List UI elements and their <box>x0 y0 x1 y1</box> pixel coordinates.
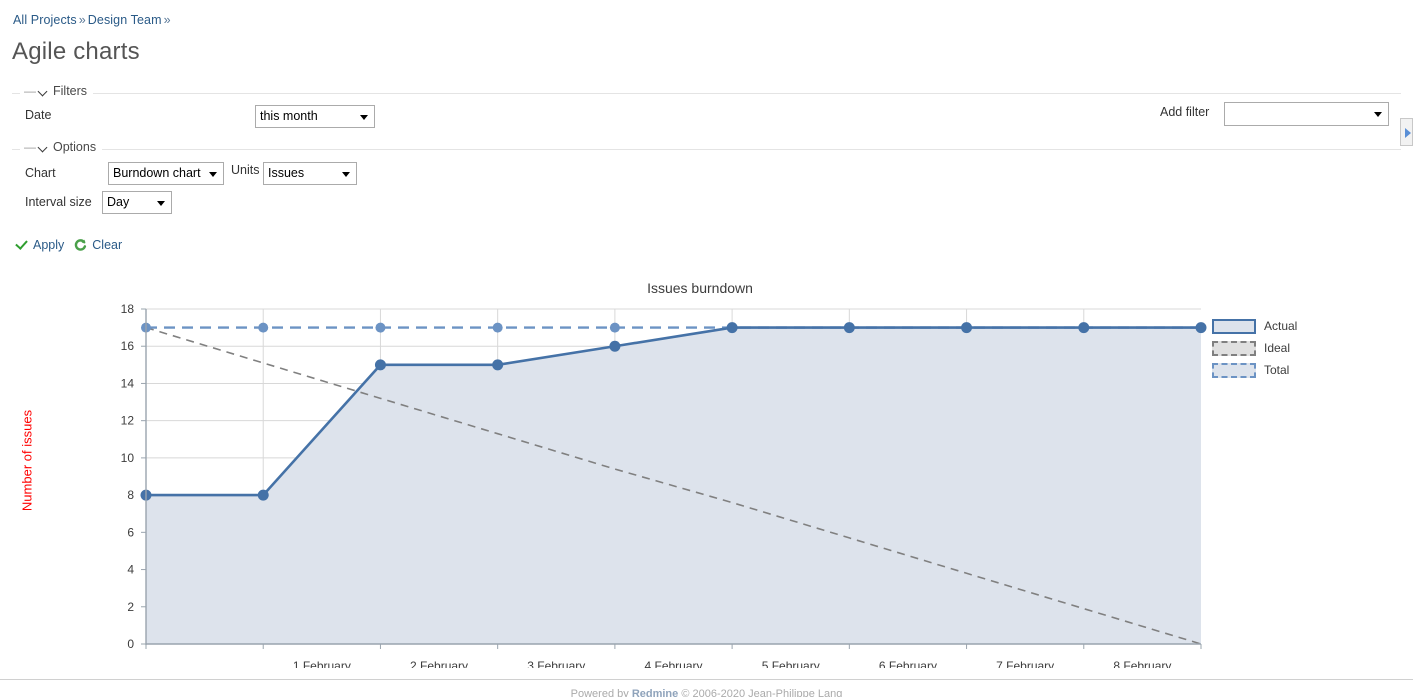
legend-item-ideal[interactable]: Ideal <box>1212 337 1297 359</box>
footer-prefix: Powered by <box>570 688 632 697</box>
chart-y-ticks: 0 2 4 6 8 10 12 14 16 18 <box>121 302 146 651</box>
page-title: Agile charts <box>12 38 140 65</box>
chevron-down-icon <box>360 114 368 120</box>
date-filter-select[interactable]: this month <box>255 105 375 128</box>
form-actions: Apply Clear <box>14 238 122 252</box>
chevron-down-icon <box>1374 112 1382 117</box>
svg-text:5 February: 5 February <box>762 659 820 668</box>
date-filter-value: this month <box>260 109 318 123</box>
svg-text:2 February: 2 February <box>410 659 468 668</box>
clear-label: Clear <box>92 238 123 252</box>
options-legend-label: Options <box>53 140 97 154</box>
svg-text:8: 8 <box>127 488 134 502</box>
svg-text:1 February: 1 February <box>293 659 351 668</box>
burndown-chart: Issues burndown Number of issues 0 2 4 6 8 10… <box>0 268 1413 668</box>
chevron-down-icon <box>157 200 165 206</box>
options-rows: Chart Burndown chart Units Issues Interv… <box>12 160 1401 220</box>
svg-text:6: 6 <box>127 525 134 539</box>
reload-icon <box>73 238 87 252</box>
chevron-down-icon <box>209 171 217 177</box>
chart-type-value: Burndown chart <box>113 166 201 180</box>
interval-size-value: Day <box>107 195 130 209</box>
svg-text:0: 0 <box>127 637 134 651</box>
legend-label-ideal: Ideal <box>1264 341 1291 355</box>
breadcrumb-separator-2: » <box>163 13 171 27</box>
chart-type-select[interactable]: Burndown chart <box>108 162 224 185</box>
legend-item-actual[interactable]: Actual <box>1212 315 1297 337</box>
svg-text:4 February: 4 February <box>644 659 702 668</box>
interval-size-select[interactable]: Day <box>102 191 172 214</box>
clear-button[interactable]: Clear <box>73 238 122 252</box>
svg-text:8 February: 8 February <box>1113 659 1171 668</box>
chevron-down-icon <box>39 87 48 96</box>
breadcrumb: All Projects» Design Team» <box>13 13 173 27</box>
footer: Powered by Redmine © 2006-2020 Jean-Phil… <box>0 688 1413 697</box>
date-filter-label: Date <box>25 108 52 122</box>
filters-legend-toggle[interactable]: — Filters <box>20 84 94 98</box>
footer-divider <box>0 679 1413 680</box>
svg-text:12: 12 <box>121 414 135 428</box>
svg-text:3 February: 3 February <box>527 659 585 668</box>
units-value: Issues <box>268 166 305 180</box>
chevron-down-icon <box>342 171 350 177</box>
breadcrumb-link-all-projects[interactable]: All Projects <box>13 13 77 27</box>
interval-size-label: Interval size <box>25 195 92 209</box>
breadcrumb-link-design-team[interactable]: Design Team <box>88 13 162 27</box>
filters-row: Date this month Add filter <box>12 102 1401 132</box>
check-icon <box>14 238 28 252</box>
chart-type-label: Chart <box>25 166 56 180</box>
breadcrumb-separator: » <box>78 13 86 27</box>
footer-suffix: © 2006-2020 Jean-Philippe Lang <box>678 688 843 697</box>
legend-swatch-actual <box>1212 318 1256 334</box>
svg-text:18: 18 <box>121 302 135 316</box>
sidebar-expand-toggle[interactable] <box>1400 118 1413 146</box>
legend-swatch-total <box>1212 362 1256 378</box>
legend-label-total: Total <box>1264 363 1290 377</box>
legend-swatch-ideal <box>1212 340 1256 356</box>
legend-item-total[interactable]: Total <box>1212 359 1297 381</box>
svg-text:14: 14 <box>121 376 135 390</box>
svg-text:6 February: 6 February <box>879 659 937 668</box>
add-filter-label: Add filter <box>1160 105 1210 119</box>
svg-text:7 February: 7 February <box>996 659 1054 668</box>
options-legend-toggle[interactable]: — Options <box>20 140 103 154</box>
apply-button[interactable]: Apply <box>14 238 64 252</box>
svg-text:10: 10 <box>121 451 135 465</box>
chart-plot: 0 2 4 6 8 10 12 14 16 18 1 February 2 February 3 Fe… <box>121 302 1207 668</box>
footer-brand[interactable]: Redmine <box>632 688 678 697</box>
filters-legend-label: Filters <box>53 84 88 98</box>
apply-label: Apply <box>33 238 65 252</box>
svg-text:16: 16 <box>121 339 135 353</box>
legend-label-actual: Actual <box>1264 319 1298 333</box>
agile-charts-page: All Projects» Design Team» Agile charts —… <box>0 0 1413 697</box>
units-select[interactable]: Issues <box>263 162 357 185</box>
legend-dash: — <box>24 84 36 98</box>
chevron-down-icon <box>39 143 48 152</box>
filters-fieldset: — Filters <box>12 84 1401 98</box>
add-filter-select[interactable] <box>1224 102 1389 126</box>
options-fieldset: — Options <box>12 140 1401 154</box>
legend-dash: — <box>24 140 36 154</box>
units-label: Units <box>231 163 260 177</box>
svg-text:4: 4 <box>127 563 134 577</box>
chart-legend: Actual Ideal Total <box>1212 315 1297 381</box>
svg-text:2: 2 <box>127 600 134 614</box>
